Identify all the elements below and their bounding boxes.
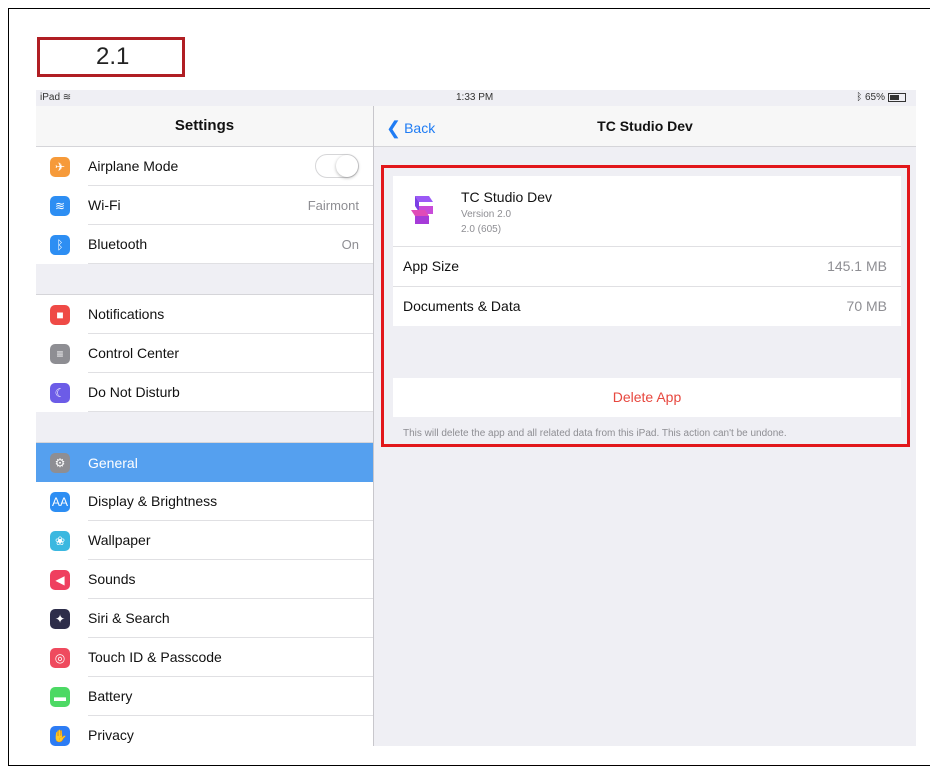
sidebar-item-battery[interactable]: ▬ Battery <box>36 677 373 716</box>
detail-nav-bar: ❮ Back TC Studio Dev <box>374 106 916 147</box>
sound-icon: ◀ <box>50 569 70 590</box>
sidebar-item-label: Touch ID & Passcode <box>88 638 373 677</box>
group-separator <box>36 412 373 443</box>
status-bar: iPad ≋ 1:33 PM ᛒ 65% <box>36 90 916 106</box>
settings-group-notifications: ■ Notifications ≡ Control Center ☾ Do Not Dis… <box>36 295 373 412</box>
sidebar-item-label: Control Center <box>88 334 373 373</box>
settings-sidebar: Settings ✈ Airplane Mode ≋ Wi-Fi Fairmont ᛒ Bl… <box>36 106 374 746</box>
sidebar-item-wi-fi[interactable]: ≋ Wi-Fi Fairmont <box>36 186 373 225</box>
wifi-icon: ≋ <box>50 195 70 216</box>
sidebar-item-label: Bluetooth <box>88 225 373 264</box>
group-separator <box>36 264 373 295</box>
sidebar-item-label: Siri & Search <box>88 599 373 638</box>
app-detail-pane: ❮ Back TC Studio Dev TC Studio Dev Versio… <box>374 106 916 746</box>
fingerprint-icon: ◎ <box>50 647 70 668</box>
settings-group-connectivity: ✈ Airplane Mode ≋ Wi-Fi Fairmont ᛒ Bluetooth On <box>36 147 373 264</box>
sidebar-item-label: Wallpaper <box>88 521 373 560</box>
siri-icon: ✦ <box>50 608 70 629</box>
hand-icon: ✋ <box>50 725 70 746</box>
sidebar-item-control-center[interactable]: ≡ Control Center <box>36 334 373 373</box>
settings-group-general: ⚙ General AA Display & Brightness ❀ Wallpaper… <box>36 443 373 746</box>
sidebar-item-general[interactable]: ⚙ General <box>36 443 373 482</box>
sidebar-item-airplane-mode[interactable]: ✈ Airplane Mode <box>36 147 373 186</box>
device-name: iPad <box>40 92 61 103</box>
sidebar-item-sounds[interactable]: ◀ Sounds <box>36 560 373 599</box>
moon-icon: ☾ <box>50 382 70 403</box>
sidebar-item-do-not-disturb[interactable]: ☾ Do Not Disturb <box>36 373 373 412</box>
wallpaper-icon: ❀ <box>50 530 70 551</box>
gear-icon: ⚙ <box>50 452 70 473</box>
sidebar-item-label: Notifications <box>88 295 373 334</box>
sidebar-item-siri-search[interactable]: ✦ Siri & Search <box>36 599 373 638</box>
sidebar-item-label: Do Not Disturb <box>88 373 373 412</box>
detail-title: TC Studio Dev <box>597 118 693 134</box>
battery-status-icon <box>888 92 906 102</box>
sidebar-item-display-brightness[interactable]: AA Display & Brightness <box>36 482 373 521</box>
bluetooth-status-icon: ᛒ <box>856 92 863 103</box>
sidebar-item-label: Battery <box>88 677 373 716</box>
sidebar-item-notifications[interactable]: ■ Notifications <box>36 295 373 334</box>
sidebar-item-touch-id-passcode[interactable]: ◎ Touch ID & Passcode <box>36 638 373 677</box>
highlight-box <box>381 165 910 447</box>
wifi-status-icon: ≋ <box>62 92 72 103</box>
airplane-icon: ✈ <box>50 156 70 177</box>
battery-icon: ▬ <box>50 686 70 707</box>
sidebar-item-value: Fairmont <box>307 198 359 213</box>
sidebar-item-bluetooth[interactable]: ᛒ Bluetooth On <box>36 225 373 264</box>
notifications-icon: ■ <box>50 304 70 325</box>
sidebar-item-value: On <box>341 237 359 252</box>
bluetooth-icon: ᛒ <box>50 234 70 255</box>
control-center-icon: ≡ <box>50 343 70 364</box>
sidebar-item-wallpaper[interactable]: ❀ Wallpaper <box>36 521 373 560</box>
ipad-screen: iPad ≋ 1:33 PM ᛒ 65% Settings ✈ Airplane … <box>36 90 916 746</box>
airplane-mode-toggle[interactable] <box>315 154 359 178</box>
sidebar-item-label: Display & Brightness <box>88 482 373 521</box>
status-time: 1:33 PM <box>456 92 494 103</box>
sidebar-item-label: Sounds <box>88 560 373 599</box>
sidebar-title: Settings <box>36 106 373 147</box>
battery-percent: 65% <box>864 92 885 103</box>
sidebar-item-label: Privacy <box>88 716 373 746</box>
sidebar-item-label: General <box>88 454 138 471</box>
step-label: 2.1 <box>37 37 185 77</box>
sidebar-item-privacy[interactable]: ✋ Privacy <box>36 716 373 746</box>
display-icon: AA <box>50 491 70 512</box>
